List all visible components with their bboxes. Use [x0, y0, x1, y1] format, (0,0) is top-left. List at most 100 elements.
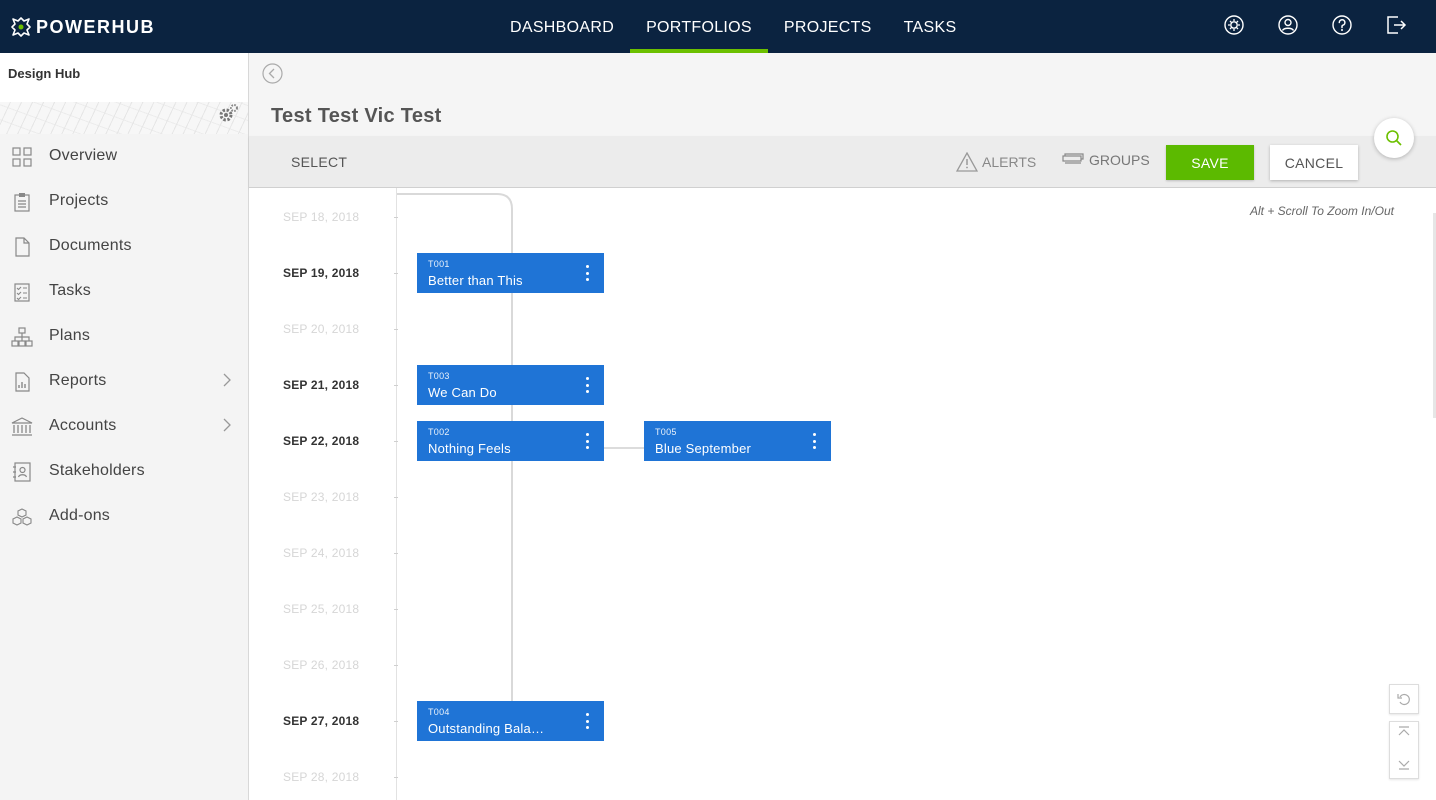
search-button[interactable]: [1374, 118, 1414, 158]
timeline-canvas[interactable]: Alt + Scroll To Zoom In/Out SEP 18, 2018…: [249, 188, 1436, 800]
date-label: SEP 18, 2018: [283, 210, 360, 224]
sidebar-item-label: Projects: [49, 192, 109, 209]
groups-icon: [1062, 153, 1084, 164]
date-label: SEP 23, 2018: [283, 490, 360, 504]
task-card[interactable]: T001 Better than This: [417, 253, 604, 293]
task-card[interactable]: T003 We Can Do: [417, 365, 604, 405]
nav-dashboard[interactable]: DASHBOARD: [494, 0, 630, 53]
clipboard-icon: [11, 191, 33, 213]
task-name: We Can Do: [428, 385, 497, 400]
top-navigation-bar: POWERHUB DASHBOARD PORTFOLIOS PROJECTS T…: [0, 0, 1436, 53]
date-tick: [394, 721, 398, 722]
chevron-right-icon: [222, 418, 232, 437]
groups-label: GROUPS: [1089, 152, 1150, 168]
date-tick: [394, 609, 398, 610]
date-label: SEP 28, 2018: [283, 770, 360, 784]
task-card[interactable]: T005 Blue September: [644, 421, 831, 461]
nav-portfolios[interactable]: PORTFOLIOS: [630, 0, 768, 53]
sidebar-item-label: Plans: [49, 327, 91, 344]
date-tick: [394, 273, 398, 274]
save-button[interactable]: SAVE: [1166, 145, 1254, 180]
more-vertical-icon[interactable]: [584, 265, 590, 281]
task-id: T003: [428, 371, 450, 381]
powerhub-logo-icon: [11, 17, 31, 37]
page-title: Test Test Vic Test: [271, 105, 442, 127]
date-tick: [394, 329, 398, 330]
main-content: Test Test Vic Test SELECT ALERTS GROUPS …: [249, 53, 1436, 800]
chevron-right-icon: [222, 373, 232, 392]
scroll-to-top-icon[interactable]: [1397, 725, 1411, 743]
cubes-icon: [11, 506, 33, 528]
back-button[interactable]: [262, 63, 283, 84]
contact-icon: [11, 461, 33, 483]
groups-button[interactable]: GROUPS: [1062, 152, 1150, 168]
timeline-axis: [396, 188, 397, 800]
date-tick: [394, 777, 398, 778]
date-label: SEP 19, 2018: [283, 266, 360, 280]
gear-icon[interactable]: [218, 103, 240, 128]
date-label: SEP 22, 2018: [283, 434, 360, 448]
task-card[interactable]: T002 Nothing Feels: [417, 421, 604, 461]
sidebar-item-add-ons[interactable]: Add-ons: [0, 494, 248, 539]
date-tick: [394, 441, 398, 442]
checklist-icon: [11, 281, 33, 303]
report-icon: [11, 371, 33, 393]
undo-icon: [1397, 693, 1410, 706]
logout-icon[interactable]: [1384, 13, 1408, 37]
date-tick: [394, 385, 398, 386]
logo-text: POWERHUB: [36, 16, 155, 37]
sidebar-item-label: Stakeholders: [49, 462, 145, 479]
date-tick: [394, 553, 398, 554]
cancel-button[interactable]: CANCEL: [1270, 145, 1358, 180]
zoom-hint: Alt + Scroll To Zoom In/Out: [1250, 204, 1394, 218]
help-icon[interactable]: [1330, 13, 1354, 37]
scroll-down-icon[interactable]: [1397, 757, 1411, 775]
nav-tasks[interactable]: TASKS: [888, 0, 973, 53]
task-name: Nothing Feels: [428, 441, 511, 456]
sidebar-item-label: Reports: [49, 372, 107, 389]
sidebar-item-documents[interactable]: Documents: [0, 224, 248, 269]
scroll-controls: [1389, 721, 1419, 779]
nav-projects[interactable]: PROJECTS: [768, 0, 888, 53]
more-vertical-icon[interactable]: [584, 433, 590, 449]
warning-icon: [956, 152, 978, 172]
hierarchy-icon: [11, 326, 33, 348]
hub-title: Design Hub: [8, 66, 81, 81]
more-vertical-icon[interactable]: [811, 433, 817, 449]
date-tick: [394, 217, 398, 218]
alerts-button[interactable]: ALERTS: [956, 152, 1036, 172]
sidebar-item-label: Overview: [49, 147, 118, 164]
powerhub-logo[interactable]: POWERHUB: [10, 14, 155, 40]
select-button[interactable]: SELECT: [291, 154, 347, 170]
task-card[interactable]: T004 Outstanding Balance: [417, 701, 604, 741]
date-label: SEP 20, 2018: [283, 322, 360, 336]
alerts-label: ALERTS: [982, 154, 1037, 170]
date-label: SEP 27, 2018: [283, 714, 360, 728]
toolbar: SELECT ALERTS GROUPS SAVE CANCEL: [249, 136, 1436, 188]
reset-zoom-button[interactable]: [1389, 684, 1419, 714]
sidebar-item-overview[interactable]: Overview: [0, 134, 248, 179]
sidebar: Design Hub Overview Projects Documents T…: [0, 53, 249, 800]
task-link-connector: [604, 447, 644, 449]
date-tick: [394, 665, 398, 666]
task-name: Better than This: [428, 273, 523, 288]
task-id: T005: [655, 427, 677, 437]
user-icon[interactable]: [1276, 13, 1300, 37]
sidebar-item-label: Documents: [49, 237, 132, 254]
sidebar-item-accounts[interactable]: Accounts: [0, 404, 248, 449]
hub-map-banner: [0, 102, 248, 134]
network-gear-icon[interactable]: [1222, 13, 1246, 37]
date-tick: [394, 497, 398, 498]
task-id: T001: [428, 259, 450, 269]
more-vertical-icon[interactable]: [584, 377, 590, 393]
grid-icon: [11, 146, 33, 168]
sidebar-item-plans[interactable]: Plans: [0, 314, 248, 359]
sidebar-item-projects[interactable]: Projects: [0, 179, 248, 224]
task-id: T004: [428, 707, 450, 717]
date-label: SEP 25, 2018: [283, 602, 360, 616]
task-name: Blue September: [655, 441, 752, 456]
sidebar-item-tasks[interactable]: Tasks: [0, 269, 248, 314]
sidebar-item-stakeholders[interactable]: Stakeholders: [0, 449, 248, 494]
sidebar-item-reports[interactable]: Reports: [0, 359, 248, 404]
more-vertical-icon[interactable]: [584, 713, 590, 729]
